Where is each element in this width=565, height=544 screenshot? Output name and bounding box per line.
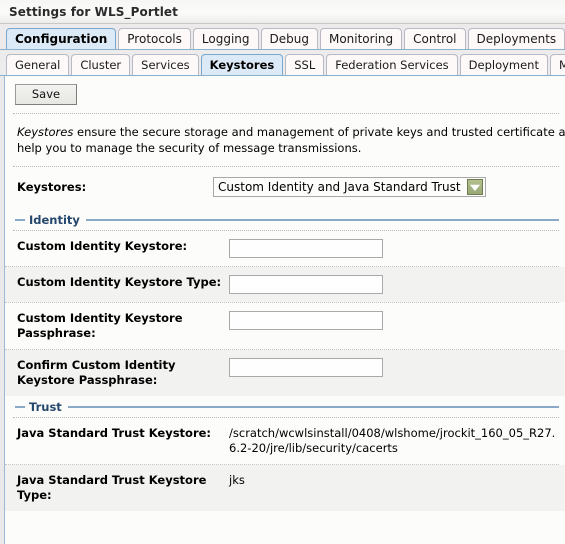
section-dash: [15, 219, 25, 221]
section-header-trust: Trust: [5, 396, 565, 417]
chevron-down-icon[interactable]: [466, 179, 483, 195]
tab-label: Keystores: [209, 58, 275, 72]
field-cell: [229, 303, 565, 349]
content-wrapper: Save Keystores ensure the secure storage…: [0, 76, 565, 544]
primary-tab-strip: Configuration Protocols Logging Debug Monito…: [0, 24, 565, 50]
section-dash: [15, 406, 25, 408]
form-toolbar: Save: [5, 76, 565, 113]
tab-label: Configuration: [15, 32, 108, 46]
field-label: Confirm Custom Identity Keystore Passphr…: [17, 358, 176, 387]
form-row: Confirm Custom Identity Keystore Passphr…: [5, 350, 565, 396]
section-rule: [67, 406, 559, 408]
subtab-services[interactable]: Services: [132, 54, 199, 75]
field-cell: jks: [229, 465, 565, 511]
readonly-value: /scratch/wcwlsinstall/0408/wlshome/jrock…: [229, 426, 556, 455]
field-label: Java Standard Trust Keystore Type:: [17, 473, 207, 502]
keystores-select-row: Keystores: Custom Identity and Java Stan…: [5, 167, 565, 209]
field-cell: [229, 267, 565, 302]
input-custom-identity-keystore[interactable]: [229, 239, 383, 258]
subtab-general[interactable]: General: [6, 54, 70, 75]
subtab-keystores[interactable]: Keystores: [200, 54, 284, 75]
subtab-federation-services[interactable]: Federation Services: [326, 54, 458, 75]
input-custom-identity-keystore-passphrase[interactable]: [229, 311, 383, 330]
subtab-migration[interactable]: Migration: [549, 54, 565, 75]
field-label: Custom Identity Keystore:: [17, 239, 188, 253]
keystores-select[interactable]: Custom Identity and Java Standard Trust: [213, 177, 486, 197]
page-title: Settings for WLS_Portlet: [9, 4, 178, 19]
tab-label: Deployments: [476, 32, 557, 46]
section-rule: [85, 219, 559, 221]
section-title: Identity: [29, 213, 80, 227]
tab-label: General: [15, 58, 61, 72]
window-titlebar: Settings for WLS_Portlet: [0, 0, 565, 24]
field-cell: [229, 231, 565, 266]
input-custom-identity-keystore-type[interactable]: [229, 275, 383, 294]
tab-label: Protocols: [127, 32, 182, 46]
subtab-cluster[interactable]: Cluster: [71, 54, 131, 75]
tab-debug[interactable]: Debug: [260, 28, 318, 49]
tab-monitoring[interactable]: Monitoring: [319, 28, 403, 49]
tab-deployments[interactable]: Deployments: [467, 28, 565, 49]
tab-label: Migration: [559, 58, 565, 72]
form-row: Custom Identity Keystore Type:: [5, 267, 565, 302]
section-title: Trust: [29, 400, 62, 414]
description-line-2: help you to manage the security of messa…: [17, 141, 362, 155]
tab-label: Monitoring: [328, 32, 394, 46]
tab-label: Services: [141, 58, 190, 72]
tab-label: Logging: [201, 32, 250, 46]
tab-protocols[interactable]: Protocols: [118, 28, 191, 49]
tab-logging[interactable]: Logging: [192, 28, 259, 49]
form-row: Custom Identity Keystore:: [5, 231, 565, 266]
tab-label: SSL: [294, 58, 316, 72]
tab-label: Cluster: [80, 58, 122, 72]
form-row: Java Standard Trust Keystore: /scratch/wc…: [5, 418, 565, 464]
form-table-identity: Custom Identity Keystore: Custom Identity…: [5, 231, 565, 396]
settings-window: Settings for WLS_Portlet Configuration Pr…: [0, 0, 565, 544]
input-confirm-custom-identity-keystore-passphrase[interactable]: [229, 358, 383, 377]
field-label: Custom Identity Keystore Passphrase:: [17, 311, 183, 340]
keystores-select-value: Custom Identity and Java Standard Trust: [218, 180, 461, 194]
field-cell: /scratch/wcwlsinstall/0408/wlshome/jrock…: [229, 418, 565, 464]
tab-configuration[interactable]: Configuration: [6, 28, 117, 49]
field-cell: [229, 350, 565, 396]
subtab-deployment[interactable]: Deployment: [459, 54, 548, 75]
description-keyword: Keystores: [17, 125, 74, 139]
tab-label: Debug: [269, 32, 309, 46]
tab-label: Federation Services: [335, 58, 449, 72]
keystores-description: Keystores ensure the secure storage and …: [5, 114, 565, 166]
section-header-identity: Identity: [5, 209, 565, 230]
form-sections: Identity Custom Identity Keystore: Custom …: [5, 209, 565, 511]
tab-control[interactable]: Control: [404, 28, 466, 49]
field-label: Java Standard Trust Keystore:: [17, 426, 212, 440]
readonly-value: jks: [229, 473, 245, 487]
tab-label: Deployment: [468, 58, 539, 72]
secondary-tab-strip: General Cluster Services Keystores SSL Federa…: [0, 50, 565, 76]
form-row: Custom Identity Keystore Passphrase:: [5, 303, 565, 349]
save-button[interactable]: Save: [15, 84, 77, 105]
tab-label: Control: [413, 32, 457, 46]
settings-content: Save Keystores ensure the secure storage…: [5, 76, 565, 544]
field-label: Custom Identity Keystore Type:: [17, 275, 222, 289]
keystores-select-label: Keystores:: [17, 180, 87, 194]
form-row: Java Standard Trust Keystore Type: jks: [5, 465, 565, 511]
subtab-ssl[interactable]: SSL: [285, 54, 325, 75]
form-table-trust: Java Standard Trust Keystore: /scratch/wc…: [5, 418, 565, 511]
description-line-1: ensure the secure storage and management…: [76, 125, 565, 139]
